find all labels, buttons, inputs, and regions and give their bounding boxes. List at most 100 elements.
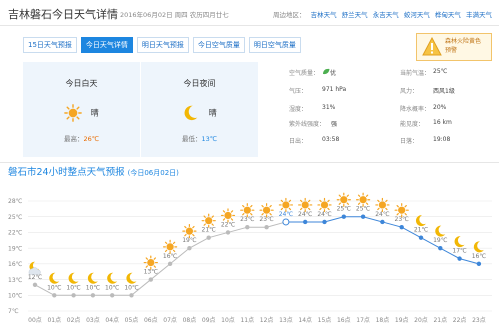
data-point — [90, 293, 96, 298]
x-tick-label: 23点 — [472, 316, 486, 324]
x-tick-label: 17点 — [356, 316, 370, 324]
moon-icon — [107, 272, 118, 284]
night-weather-text: 晴 — [208, 108, 217, 118]
night-temp: 最低：13℃ — [141, 133, 258, 143]
sun-icon — [182, 224, 197, 239]
sun-icon — [394, 203, 409, 218]
data-point — [264, 224, 269, 230]
sun-icon — [356, 192, 371, 207]
tab-bar: 15日天气预报 今日天气详情 明日天气预报 今日空气质量 明日空气质量 — [23, 37, 305, 53]
sun-icon — [375, 197, 390, 213]
nearby-link-yongji[interactable]: 永吉天气 — [373, 11, 399, 19]
moon-icon — [454, 236, 465, 248]
detail-key: 当前气温： — [400, 70, 431, 77]
detail-value: 19:08 — [433, 136, 451, 143]
leaf-icon — [323, 68, 330, 75]
warning-icon — [422, 37, 442, 56]
day-temp: 最高：26℃ — [23, 133, 140, 143]
air-quality-value: 优 — [322, 68, 336, 77]
x-tick-label: 00点 — [28, 316, 42, 324]
sun-icon — [278, 197, 293, 213]
moon-icon — [126, 272, 137, 284]
data-point — [341, 214, 346, 219]
tab-tomorrow-air[interactable]: 明日空气质量 — [248, 37, 301, 53]
data-label: 10℃ — [47, 284, 62, 291]
sun-icon — [220, 208, 236, 223]
x-tick-label: 04点 — [105, 316, 119, 324]
divider — [0, 162, 499, 163]
data-point — [245, 224, 250, 230]
nearby-link-shulan[interactable]: 舒兰天气 — [342, 11, 368, 19]
moon-icon — [473, 241, 484, 253]
nearby-label: 周边地区： — [273, 11, 306, 19]
air-quality-text: 优 — [330, 70, 337, 77]
data-point — [438, 245, 443, 251]
day-weather-text: 晴 — [90, 108, 99, 118]
page-header: 吉林磐石今日天气详情 2016年06月02日 周四 农历四月廿七 周边地区： 吉… — [0, 0, 499, 26]
data-point — [380, 219, 385, 225]
sun-icon — [64, 104, 83, 122]
moon-icon — [184, 105, 198, 121]
moon-icon — [87, 272, 98, 284]
x-tick-label: 19点 — [395, 316, 409, 324]
nearby-link-huadian[interactable]: 桦甸天气 — [435, 11, 461, 19]
detail-row: 紫外线强度： 强 能见度： 16 km — [285, 119, 493, 131]
x-tick-label: 20点 — [414, 316, 428, 324]
y-tick-label: 7℃ — [8, 308, 19, 315]
detail-key: 日落： — [400, 138, 419, 145]
x-tick-label: 13点 — [279, 316, 293, 324]
data-point — [52, 293, 57, 298]
sun-icon — [336, 192, 351, 207]
data-label: 10℃ — [86, 284, 101, 291]
detail-key: 风力： — [400, 88, 419, 95]
data-point — [282, 218, 290, 226]
day-title: 今日白天 — [65, 79, 98, 88]
detail-key: 空气质量： — [289, 70, 320, 77]
tab-today-air[interactable]: 今日空气质量 — [192, 37, 245, 53]
y-tick-label: 22℃ — [8, 230, 23, 237]
data-point — [32, 282, 38, 288]
tab-15day-forecast[interactable]: 15日天气预报 — [23, 37, 77, 53]
night-card: 今日夜间 晴 最低：13℃ — [141, 62, 258, 157]
detail-value: 西风1级 — [433, 88, 455, 95]
data-point — [129, 293, 134, 298]
x-tick-label: 09点 — [202, 316, 216, 324]
day-temp-label: 最高： — [63, 135, 84, 143]
tab-tomorrow-forecast[interactable]: 明日天气预报 — [136, 37, 189, 53]
sun-icon — [259, 203, 274, 218]
data-label: 16℃ — [472, 253, 487, 260]
x-tick-label: 16点 — [337, 316, 351, 324]
fire-alert-badge[interactable]: 森林火险黄色 预警 — [416, 33, 492, 61]
date-text: 2016年06月02日 周四 农历四月廿七 — [120, 11, 229, 19]
x-tick-label: 14点 — [298, 316, 312, 324]
alert-line1: 森林火险黄色 — [445, 38, 482, 45]
data-label: 10℃ — [105, 284, 120, 291]
detail-value: 25℃ — [433, 68, 448, 75]
alert-line2: 预警 — [445, 47, 458, 54]
sun-icon — [298, 197, 313, 213]
y-tick-label: 28℃ — [8, 198, 23, 205]
x-tick-label: 06点 — [144, 316, 158, 324]
nearby-link-jiaohe[interactable]: 蛟河天气 — [404, 11, 430, 19]
night-temp-label: 最低： — [181, 135, 202, 143]
sun-icon — [143, 255, 158, 270]
nearby-regions: 周边地区： 吉林天气 舒兰天气 永吉天气 蛟河天气 桦甸天气 丰满天气 — [273, 9, 492, 19]
x-tick-label: 05点 — [125, 316, 139, 324]
detail-key: 湿度： — [289, 106, 308, 113]
data-point — [418, 235, 424, 240]
data-label: 10℃ — [66, 284, 81, 291]
sun-icon — [163, 239, 178, 254]
detail-key: 降水概率： — [400, 106, 431, 113]
day-temp-value: 26℃ — [83, 135, 100, 143]
detail-key: 日出： — [289, 138, 308, 145]
data-point — [148, 277, 153, 282]
moon-icon — [435, 225, 446, 237]
data-label: 12℃ — [28, 274, 43, 281]
data-point — [457, 256, 462, 261]
sun-icon — [240, 203, 255, 218]
day-weather: 晴 — [23, 104, 140, 122]
tab-today-details[interactable]: 今日天气详情 — [80, 37, 133, 53]
nearby-link-fengman[interactable]: 丰满天气 — [466, 11, 492, 19]
detail-row: 湿度： 31% 降水概率： 20% — [285, 104, 493, 116]
nearby-link-jilin[interactable]: 吉林天气 — [311, 11, 337, 19]
